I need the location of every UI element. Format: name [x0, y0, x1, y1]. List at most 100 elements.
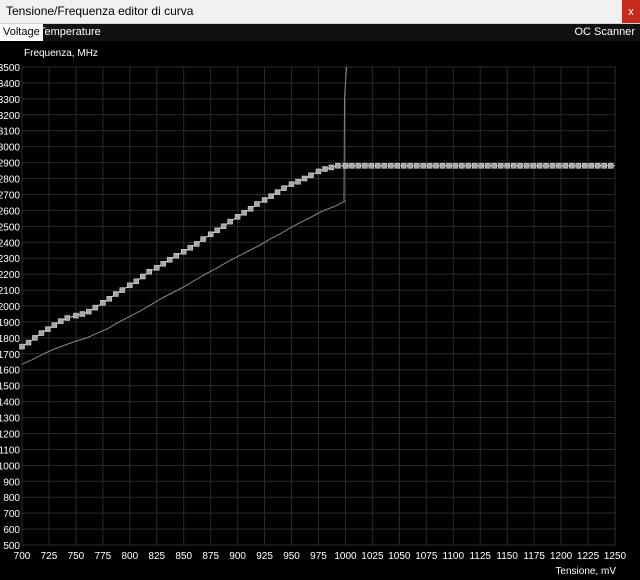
- curve-point: [160, 261, 166, 267]
- curve-point: [485, 163, 491, 169]
- curve-point: [517, 163, 523, 169]
- curve-point: [594, 163, 601, 169]
- y-tick-label: 2200: [0, 270, 20, 281]
- curve-point: [92, 304, 99, 311]
- curve-point: [426, 163, 433, 169]
- curve-point: [355, 163, 362, 169]
- x-tick-label: 850: [175, 551, 192, 562]
- curve-point: [497, 163, 504, 169]
- close-button[interactable]: x: [622, 0, 640, 23]
- curve-point: [154, 265, 160, 271]
- x-tick-label: 1000: [334, 551, 357, 562]
- x-tick-label: 950: [283, 551, 300, 562]
- y-axis-ticks: 5006007008009001000110012001300140015001…: [0, 63, 20, 552]
- curve-point: [368, 163, 375, 169]
- y-tick-label: 2900: [0, 159, 20, 170]
- tab-bar: Voltage Temperature OC Scanner: [0, 24, 640, 41]
- curve-point: [601, 163, 607, 169]
- y-tick-label: 3000: [0, 143, 20, 154]
- curve-point: [281, 185, 287, 191]
- curve-point: [607, 163, 614, 169]
- title-bar: Tensione/Frequenza editor di curva x: [0, 0, 640, 24]
- y-tick-label: 1200: [0, 429, 20, 440]
- curve-point: [19, 343, 25, 350]
- curve-point: [575, 163, 582, 169]
- curve-point: [530, 163, 536, 169]
- curve-point: [58, 318, 64, 324]
- curve-point: [106, 296, 113, 302]
- y-tick-label: 3400: [0, 79, 20, 90]
- curve-point: [193, 241, 200, 247]
- x-tick-label: 1100: [443, 551, 465, 562]
- curve-point: [288, 181, 295, 187]
- oc-scanner-button[interactable]: OC Scanner: [571, 24, 638, 41]
- y-tick-label: 1700: [0, 350, 20, 361]
- y-axis-label: Frequenza, MHz: [24, 48, 98, 59]
- curve-point: [413, 163, 420, 169]
- curve-point: [562, 163, 569, 169]
- y-tick-label: 1900: [0, 318, 20, 329]
- curve-point: [234, 214, 241, 220]
- grid: [21, 66, 616, 546]
- curve-point: [459, 163, 465, 169]
- x-tick-label: 825: [148, 551, 165, 562]
- y-tick-label: 1300: [0, 414, 20, 425]
- curve-point: [86, 308, 92, 315]
- curve-point: [241, 210, 247, 216]
- curve-point: [25, 339, 32, 346]
- curve-point: [301, 175, 308, 182]
- curve-point: [268, 193, 274, 199]
- y-tick-label: 2500: [0, 222, 20, 233]
- curve-point: [119, 287, 126, 293]
- curve-series: [19, 66, 615, 365]
- y-tick-label: 800: [3, 493, 20, 504]
- curve-point: [214, 227, 220, 234]
- y-tick-label: 1800: [0, 334, 20, 345]
- curve-point: [322, 166, 328, 172]
- curve-point: [381, 163, 388, 169]
- y-tick-label: 900: [3, 477, 20, 488]
- x-tick-label: 725: [41, 551, 58, 562]
- curve-point: [207, 231, 214, 238]
- curve-point: [400, 163, 407, 169]
- curve-point: [342, 163, 349, 169]
- curve-point: [100, 300, 106, 306]
- y-tick-label: 600: [3, 525, 20, 536]
- x-tick-label: 900: [229, 551, 246, 562]
- curve-point: [543, 163, 549, 169]
- curve-point: [274, 189, 281, 195]
- x-tick-label: 750: [68, 551, 85, 562]
- curve-point: [73, 312, 79, 319]
- x-tick-label: 800: [121, 551, 138, 562]
- y-tick-label: 1100: [0, 445, 20, 456]
- curve-point: [173, 253, 179, 259]
- curve-point: [446, 163, 452, 169]
- x-tick-label: 1225: [577, 551, 600, 562]
- y-tick-label: 2600: [0, 206, 20, 217]
- curve-point: [180, 249, 187, 255]
- window-title: Tensione/Frequenza editor di curva: [6, 4, 194, 18]
- y-tick-label: 2800: [0, 175, 20, 186]
- curve-point: [465, 163, 472, 169]
- y-tick-label: 1500: [0, 382, 20, 393]
- curve-point: [349, 163, 355, 169]
- curve-point: [536, 163, 543, 169]
- y-tick-label: 2300: [0, 254, 20, 265]
- tab-temperature[interactable]: Temperature: [36, 24, 104, 41]
- x-tick-label: 1200: [550, 551, 573, 562]
- vf-curve-chart[interactable]: 5006007008009001000110012001300140015001…: [0, 41, 640, 580]
- x-tick-label: 1175: [523, 551, 545, 562]
- x-tick-label: 775: [95, 551, 112, 562]
- curve-point: [220, 223, 227, 230]
- curve-point: [227, 218, 233, 225]
- curve-point: [146, 268, 152, 275]
- curve-point: [582, 163, 588, 169]
- curve-point: [549, 163, 556, 169]
- x-tick-label: 875: [202, 551, 219, 562]
- curve-point: [79, 311, 86, 317]
- curve-point: [375, 163, 381, 169]
- curve-point: [452, 163, 459, 169]
- curve-point: [261, 197, 268, 203]
- y-tick-label: 1400: [0, 398, 20, 409]
- curve-point: [588, 163, 595, 169]
